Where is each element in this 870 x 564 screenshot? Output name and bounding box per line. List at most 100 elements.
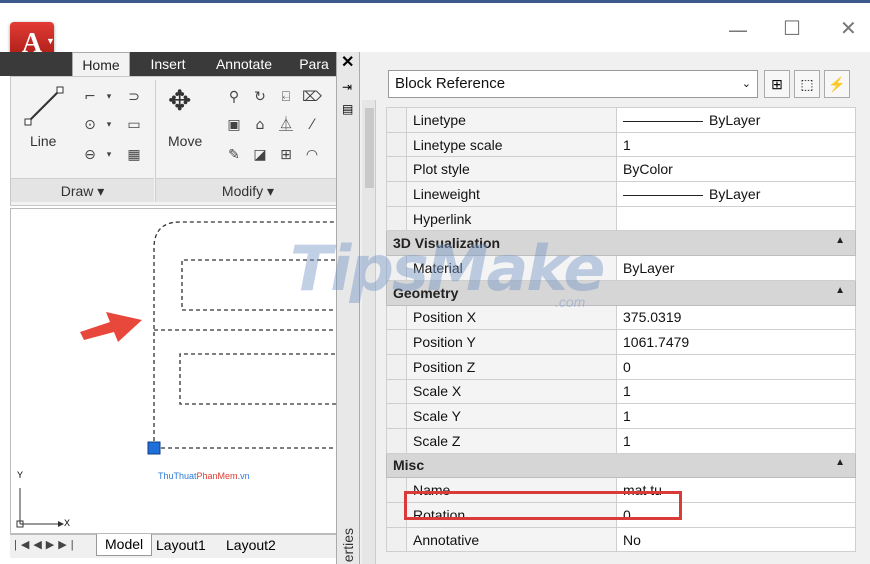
rotate-icon[interactable]: ↻ (248, 86, 272, 108)
circle-icon[interactable]: ⊙ (78, 114, 102, 136)
select-objects-icon[interactable]: ⬚ (794, 70, 820, 98)
prop-name: Scale Y (406, 403, 617, 429)
chevron-down-icon: ⌄ (741, 78, 751, 90)
fillet-icon[interactable]: ⌂ (248, 114, 272, 136)
category-misc[interactable]: Misc ▲ (386, 452, 856, 479)
prop-row[interactable]: Position Z0 (386, 353, 856, 380)
chevron-down-icon[interactable]: ▾ (102, 114, 116, 136)
palette-menu-icon[interactable]: ▤ (342, 102, 353, 116)
prop-value[interactable]: ByLayer (616, 255, 856, 281)
maximize-button[interactable]: ☐ (783, 16, 801, 40)
tab-layout2[interactable]: Layout2 (226, 537, 276, 553)
stretch-icon[interactable]: ▣ (222, 114, 246, 136)
prop-value[interactable]: No (616, 526, 856, 553)
erase-icon[interactable]: ⌦ (300, 86, 324, 108)
prop-row[interactable]: Scale X1 (386, 378, 856, 405)
move-tool-label: Move (168, 133, 203, 149)
chevron-down-icon[interactable]: ▾ (102, 144, 116, 166)
hatch-icon[interactable]: ▦ (122, 144, 146, 166)
arc-icon[interactable]: ⊃ (122, 86, 146, 108)
scale-icon[interactable]: ◪ (248, 144, 272, 166)
line-tool-label: Line (30, 133, 57, 149)
prop-value[interactable]: ByColor (616, 156, 856, 183)
toggle-pickadd-icon[interactable]: ⊞ (764, 70, 790, 98)
collapse-icon[interactable]: ▲ (835, 285, 845, 296)
watermark-suffix: .com (555, 294, 586, 310)
prop-row[interactable]: Annotative No (386, 526, 856, 553)
prop-name: Scale X (406, 378, 617, 405)
site-watermark-label: ThuThuatPhanMem.vn (158, 471, 250, 481)
prop-name: Position Y (406, 329, 617, 355)
quick-select-icon[interactable]: ⚡ (824, 70, 850, 98)
prop-row[interactable]: Hyperlink (386, 205, 856, 232)
prop-name: Position Z (406, 353, 617, 380)
prop-name: Scale Z (406, 427, 617, 454)
tab-parametric[interactable]: Para (294, 52, 334, 76)
linetype-sample (623, 120, 703, 122)
draw-panel-title[interactable]: Draw ▾ (11, 178, 154, 202)
tab-annotate[interactable]: Annotate (206, 52, 282, 76)
prop-name: Plot style (406, 156, 617, 183)
prop-value[interactable] (616, 205, 856, 232)
next-layout-icon[interactable]: ▶ (46, 539, 58, 551)
prop-row[interactable]: Scale Y1 (386, 403, 856, 429)
palette-close-icon[interactable]: ✕ (341, 52, 354, 72)
prop-value[interactable]: ByLayer (616, 181, 856, 207)
prop-value[interactable]: 1 (616, 131, 856, 158)
layout-nav-buttons[interactable]: |◀◀▶▶| (14, 538, 78, 551)
tab-insert[interactable]: Insert (140, 52, 196, 76)
array-icon[interactable]: ⊞ (274, 144, 298, 166)
prop-row[interactable]: Position Y 1061.7479 (386, 329, 856, 355)
prop-row[interactable]: Scale Z1 (386, 427, 856, 454)
modify-panel-title[interactable]: Modify ▾ (156, 178, 340, 202)
tab-layout1[interactable]: Layout1 (156, 537, 206, 553)
trim-icon[interactable]: ⍇ (274, 86, 298, 108)
move-tool-icon[interactable]: ✥ (168, 84, 191, 117)
extend-icon[interactable]: ⁄ (300, 114, 324, 136)
chevron-down-icon: ▼ (46, 36, 55, 46)
prop-name: Hyperlink (406, 205, 617, 232)
object-type-selector[interactable]: Block Reference ⌄ (388, 70, 758, 98)
prop-name: Annotative (406, 526, 617, 553)
auto-hide-icon[interactable]: ⇥ (342, 80, 352, 94)
copy-icon[interactable]: ⚲ (222, 86, 246, 108)
collapse-icon[interactable]: ▲ (835, 235, 845, 246)
prop-row[interactable]: Linetype ByLayer (386, 107, 856, 133)
polyline-icon[interactable]: ⌐ (78, 86, 102, 108)
prop-row[interactable]: Lineweight ByLayer (386, 181, 856, 207)
prop-value[interactable]: 375.0319 (616, 304, 856, 331)
close-button[interactable]: ✕ (840, 16, 857, 40)
prop-name: Lineweight (406, 181, 617, 207)
selection-grip[interactable] (147, 441, 161, 455)
prop-row[interactable]: Plot style ByColor (386, 156, 856, 183)
name-highlight-box (404, 491, 682, 520)
scrollbar-thumb[interactable] (365, 108, 374, 188)
ucs-y-label: Y (17, 470, 24, 480)
minimize-button[interactable]: — (728, 18, 748, 42)
first-layout-icon[interactable]: |◀ (14, 539, 33, 551)
prop-value[interactable]: 1 (616, 427, 856, 454)
palette-title-label: erties (340, 528, 356, 563)
prop-value[interactable]: 1061.7479 (616, 329, 856, 355)
ucs-x-label: X (64, 518, 71, 528)
offset-icon[interactable]: ◠ (300, 144, 324, 166)
edit-icon[interactable]: ✎ (222, 144, 246, 166)
tab-model[interactable]: Model (96, 534, 153, 556)
last-layout-icon[interactable]: ▶| (58, 539, 77, 551)
lineweight-sample (623, 194, 703, 196)
prev-layout-icon[interactable]: ◀ (33, 539, 45, 551)
palette-title-strip[interactable] (336, 52, 360, 564)
tab-home[interactable]: Home (72, 52, 130, 76)
collapse-icon[interactable]: ▲ (835, 457, 845, 468)
prop-row[interactable]: Linetype scale 1 (386, 131, 856, 158)
mirror-icon[interactable]: ⏅ (274, 114, 298, 136)
prop-value[interactable]: ByLayer (616, 107, 856, 133)
rectangle-icon[interactable]: ▭ (122, 114, 146, 136)
prop-row[interactable]: Position X 375.0319 (386, 304, 856, 331)
line-tool-icon[interactable] (22, 84, 66, 128)
prop-value[interactable]: 0 (616, 353, 856, 380)
chevron-down-icon[interactable]: ▾ (102, 86, 116, 108)
prop-value[interactable]: 1 (616, 378, 856, 405)
ellipse-icon[interactable]: ⊖ (78, 144, 102, 166)
prop-value[interactable]: 1 (616, 403, 856, 429)
